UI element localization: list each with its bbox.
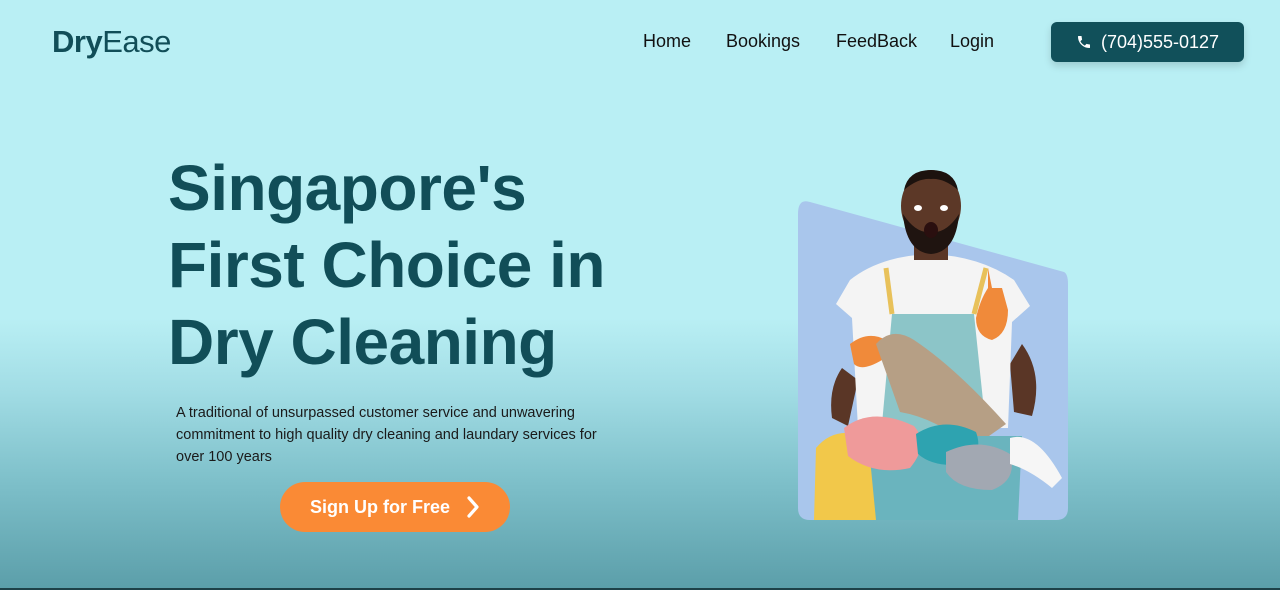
chevron-right-icon — [466, 495, 480, 519]
headline-line-3: Dry Cleaning — [168, 306, 557, 378]
nav-home-link[interactable]: Home — [643, 31, 691, 52]
sign-up-button[interactable]: Sign Up for Free — [280, 482, 510, 532]
hero-illustration — [796, 168, 1068, 524]
phone-icon — [1076, 34, 1092, 50]
nav-bookings-link[interactable]: Bookings — [726, 31, 800, 52]
headline-line-1: Singapore's — [168, 152, 527, 224]
brand-name-bold: Dry — [52, 24, 103, 59]
nav-feedback-link[interactable]: FeedBack — [836, 31, 917, 52]
hero-headline: Singapore's First Choice in Dry Cleaning — [168, 150, 648, 381]
brand-logo[interactable]: DryEase — [52, 24, 171, 60]
headline-line-2: First Choice in — [168, 229, 606, 301]
brand-name-light: Ease — [102, 24, 171, 59]
sign-up-button-label: Sign Up for Free — [309, 496, 450, 517]
phone-call-button[interactable]: (704)555-0127 — [1051, 22, 1244, 62]
phone-number: (704)555-0127 — [1100, 31, 1220, 52]
hero-description: A traditional of unsurpassed customer se… — [176, 405, 597, 465]
nav-login-link[interactable]: Login — [950, 31, 994, 52]
